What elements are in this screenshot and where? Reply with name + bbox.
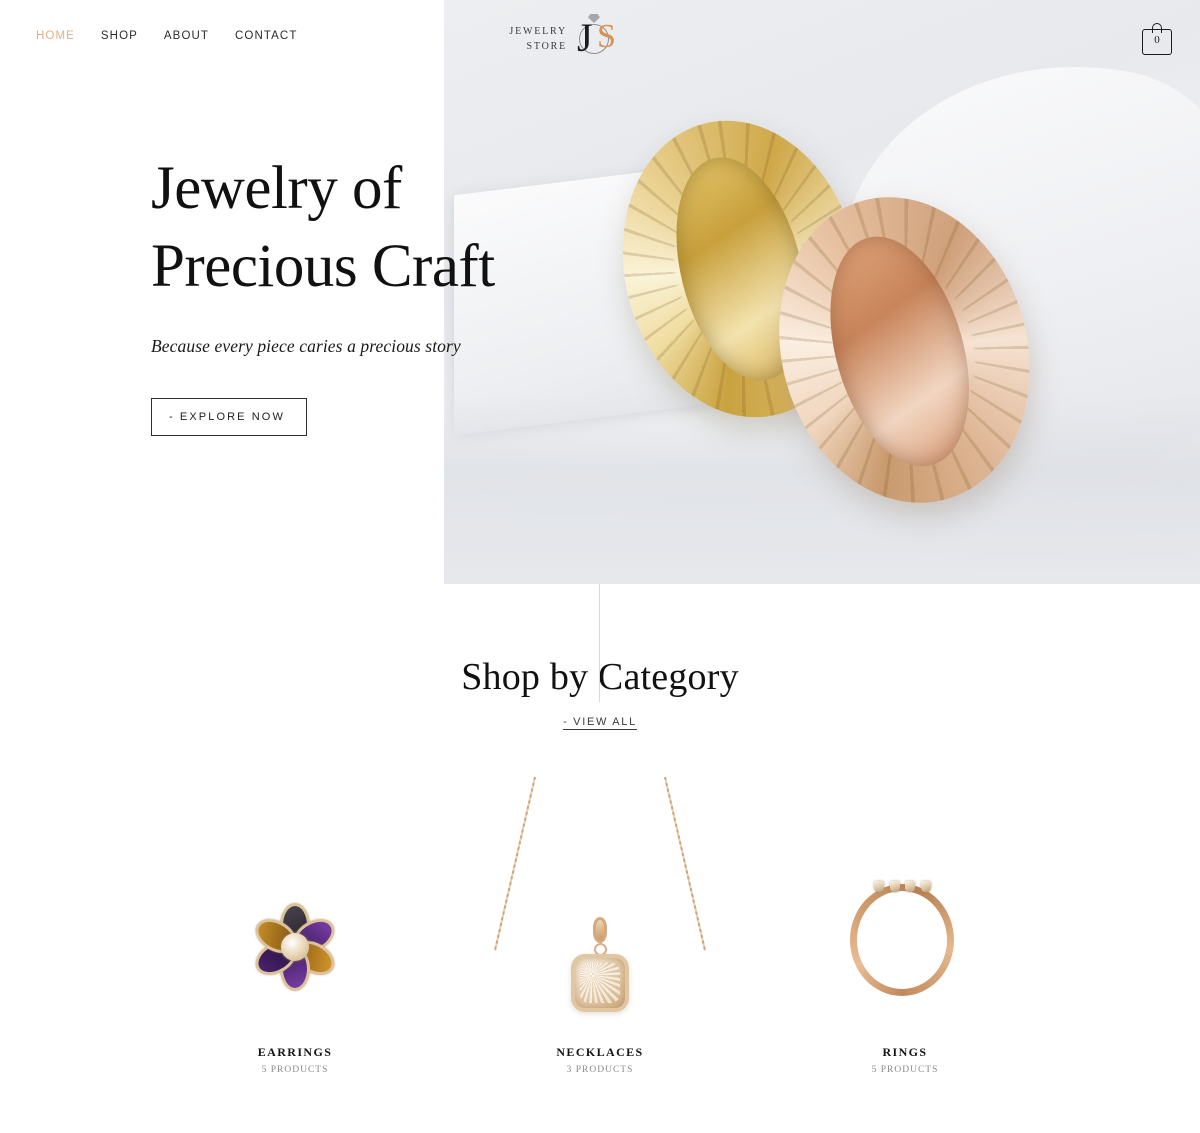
- category-card-necklaces[interactable]: NECKLACES 3 PRODUCTS: [448, 775, 753, 1075]
- category-name: NECKLACES: [556, 1045, 644, 1059]
- flower-center-pave: [281, 933, 309, 961]
- category-image-rings: [753, 775, 1058, 1025]
- site-logo[interactable]: JEWELRY STORE J S: [505, 10, 630, 68]
- necklace-icon: [485, 776, 715, 1012]
- jewelry-store-homepage: HOME SHOP ABOUT CONTACT JEWELRY STORE J …: [0, 0, 1200, 1133]
- earring-flower-icon: [245, 897, 345, 997]
- category-count: 5 PRODUCTS: [871, 1065, 939, 1075]
- category-image-earrings: [143, 775, 448, 1025]
- section-title: Shop by Category: [461, 656, 739, 698]
- cart-button[interactable]: 0: [1142, 22, 1172, 55]
- gemstone: [920, 881, 931, 892]
- logo-monogram: J S: [567, 10, 625, 68]
- gemstone: [889, 881, 900, 892]
- category-grid: EARRINGS 5 PRODUCTS NECKLACES 3 PRODUCTS: [0, 775, 1200, 1075]
- hero-title-line-1: Jewelry of: [151, 155, 402, 222]
- hero-title-line-2: Precious Craft: [151, 233, 495, 300]
- gemstone: [874, 881, 884, 892]
- logo-wordmark: JEWELRY STORE: [505, 24, 567, 54]
- nav-link-contact[interactable]: CONTACT: [235, 30, 297, 42]
- main-navigation: HOME SHOP ABOUT CONTACT: [36, 30, 297, 42]
- pendant-square: [571, 954, 629, 1012]
- category-name: RINGS: [882, 1045, 928, 1059]
- vertical-divider: [599, 584, 600, 702]
- logo-text-line-2: STORE: [526, 41, 567, 52]
- nav-link-shop[interactable]: SHOP: [101, 30, 138, 42]
- cart-count-badge: 0: [1154, 34, 1160, 46]
- logo-letter-s: S: [597, 18, 616, 55]
- logo-letter-j: J: [577, 15, 593, 60]
- nav-link-about[interactable]: ABOUT: [164, 30, 209, 42]
- explore-now-button[interactable]: - EXPLORE NOW: [151, 398, 307, 436]
- page-title: Jewelry of Precious Craft: [151, 150, 571, 306]
- category-card-earrings[interactable]: EARRINGS 5 PRODUCTS: [143, 775, 448, 1075]
- category-card-rings[interactable]: RINGS 5 PRODUCTS: [753, 775, 1058, 1075]
- hero-subtitle: Because every piece caries a precious st…: [151, 336, 461, 356]
- chain-left: [493, 776, 537, 951]
- logo-text-line-1: JEWELRY: [509, 26, 567, 37]
- ring-icon: [850, 876, 960, 1001]
- nav-link-home[interactable]: HOME: [36, 30, 75, 42]
- category-name: EARRINGS: [257, 1045, 333, 1059]
- hero-content: Jewelry of Precious Craft Because every …: [151, 150, 571, 436]
- ring-band: [850, 884, 954, 996]
- category-section-header: Shop by Category - VIEW ALL: [0, 655, 1200, 730]
- chain-right: [663, 776, 707, 951]
- ring-stone-cluster: [874, 878, 931, 892]
- pendant-bail: [593, 917, 607, 943]
- category-count: 3 PRODUCTS: [566, 1065, 634, 1075]
- category-count: 5 PRODUCTS: [261, 1065, 329, 1075]
- gemstone: [905, 881, 916, 892]
- view-all-link[interactable]: - VIEW ALL: [563, 716, 637, 728]
- category-image-necklaces: [448, 775, 753, 1025]
